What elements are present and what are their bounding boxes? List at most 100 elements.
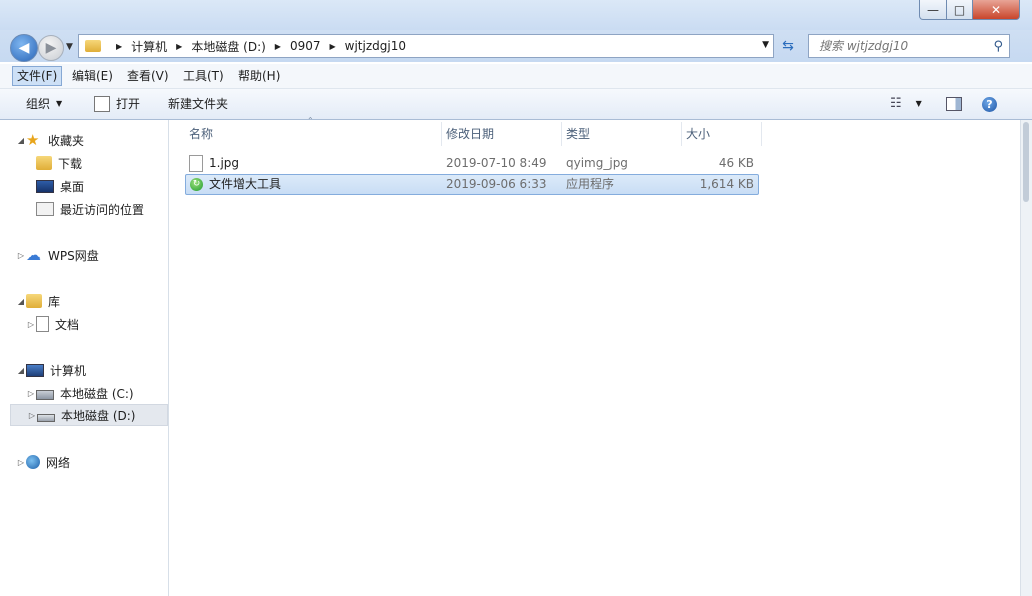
expand-arrow-icon[interactable]: ▷ xyxy=(27,411,37,420)
library-icon xyxy=(26,294,42,308)
refresh-icon: ⇆ xyxy=(782,38,794,54)
breadcrumb-drive-d[interactable]: 本地磁盘 (D:) xyxy=(191,38,265,55)
nav-wps[interactable]: ▷ ☁ WPS网盘 xyxy=(16,244,99,266)
command-bar: 组织 ▼ 打开 新建文件夹 ☷ ▼ ? xyxy=(0,89,1032,120)
expand-arrow-icon[interactable]: ◢ xyxy=(16,136,26,145)
expand-arrow-icon[interactable]: ▷ xyxy=(16,251,26,260)
nav-downloads-label: 下载 xyxy=(58,156,83,171)
column-header: 名称 修改日期 类型 大小 xyxy=(185,122,762,146)
breadcrumb-computer[interactable]: 计算机 xyxy=(131,38,167,55)
cloud-icon: ☁ xyxy=(26,246,41,264)
nav-favorites[interactable]: ◢ ★ 收藏夹 xyxy=(16,129,84,151)
nav-desktop-label: 桌面 xyxy=(60,179,85,194)
drive-icon xyxy=(37,413,55,422)
preview-pane-icon xyxy=(946,97,962,111)
file-name-cell: ↻ 文件增大工具 xyxy=(186,174,442,195)
open-button[interactable]: 打开 xyxy=(94,89,140,119)
chevron-right-icon[interactable]: ▶ xyxy=(275,42,281,51)
arrow-right-icon: ▶ xyxy=(45,40,57,56)
nav-drive-c-label: 本地磁盘 (C:) xyxy=(60,386,134,401)
window-controls: — □ ✕ xyxy=(919,0,1020,20)
chevron-right-icon[interactable]: ▶ xyxy=(116,42,122,51)
nav-libraries[interactable]: ◢ 库 xyxy=(16,290,60,312)
address-dropdown-icon[interactable]: ▼ xyxy=(762,40,769,50)
forward-button[interactable]: ▶ xyxy=(38,35,64,61)
open-icon xyxy=(94,96,110,112)
nav-desktop[interactable]: 桌面 xyxy=(36,175,84,197)
address-row: ◀ ▶ ▼ ▶ 计算机 ▶ 本地磁盘 (D:) ▶ 0907 ▶ wjtjzdgj10 … xyxy=(0,30,1032,62)
back-button[interactable]: ◀ xyxy=(10,34,38,62)
star-icon: ★ xyxy=(26,131,40,149)
scrollbar-thumb[interactable] xyxy=(1023,122,1029,202)
organize-button[interactable]: 组织 ▼ xyxy=(26,89,62,119)
column-modified[interactable]: 修改日期 xyxy=(442,122,562,146)
file-row[interactable]: ↻ 文件增大工具 2019-09-06 6:33 应用程序 1,614 KB xyxy=(185,174,759,195)
file-modified: 2019-07-10 8:49 xyxy=(446,156,547,170)
new-folder-label: 新建文件夹 xyxy=(168,97,229,111)
file-list-pane: ⌃ 名称 修改日期 类型 大小 1.jpg 2019-07-10 8:49 qy… xyxy=(169,116,1021,596)
menu-view[interactable]: 查看(V) xyxy=(123,67,173,85)
desktop-icon xyxy=(36,179,54,193)
vertical-scrollbar[interactable] xyxy=(1020,120,1032,596)
file-icon xyxy=(189,155,203,172)
search-input[interactable] xyxy=(817,38,993,54)
nav-network[interactable]: ▷ 网络 xyxy=(16,451,70,473)
column-size[interactable]: 大小 xyxy=(682,122,762,146)
file-modified: 2019-09-06 6:33 xyxy=(446,177,547,191)
view-list-icon: ☷ xyxy=(890,96,902,111)
nav-network-label: 网络 xyxy=(46,455,71,470)
expand-arrow-icon[interactable]: ▷ xyxy=(16,458,26,467)
file-size: 46 KB xyxy=(718,156,754,170)
refresh-button[interactable]: ⇆ xyxy=(778,36,798,56)
column-type[interactable]: 类型 xyxy=(562,122,682,146)
search-icon[interactable]: ⚲ xyxy=(993,39,1003,54)
title-bar: — □ ✕ xyxy=(0,0,1032,30)
caret-down-icon: ▼ xyxy=(915,99,922,108)
recent-pages-dropdown[interactable]: ▼ xyxy=(66,42,73,52)
nav-drive-d[interactable]: ▷ 本地磁盘 (D:) xyxy=(10,404,168,426)
maximize-button[interactable]: □ xyxy=(947,0,973,20)
nav-computer-label: 计算机 xyxy=(50,363,87,378)
file-name-cell: 1.jpg xyxy=(185,153,442,174)
app-icon: ↻ xyxy=(190,178,203,191)
preview-pane-button[interactable] xyxy=(946,89,962,119)
address-bar[interactable]: ▶ 计算机 ▶ 本地磁盘 (D:) ▶ 0907 ▶ wjtjzdgj10 ▼ xyxy=(78,34,774,58)
nav-computer[interactable]: ◢ 计算机 xyxy=(16,359,86,381)
file-type: 应用程序 xyxy=(566,177,615,191)
menu-bar: 文件(F) 编辑(E) 查看(V) 工具(T) 帮助(H) xyxy=(0,64,1032,89)
close-button[interactable]: ✕ xyxy=(973,0,1020,20)
search-box[interactable]: ⚲ xyxy=(808,34,1010,58)
computer-icon xyxy=(26,363,44,377)
nav-drive-c[interactable]: ▷ 本地磁盘 (C:) xyxy=(26,382,134,404)
menu-tools[interactable]: 工具(T) xyxy=(179,67,228,85)
breadcrumb-wjtjzdgj10[interactable]: wjtjzdgj10 xyxy=(345,39,406,53)
nav-downloads[interactable]: 下载 xyxy=(36,152,82,174)
nav-documents[interactable]: ▷ 文档 xyxy=(26,313,79,335)
menu-help[interactable]: 帮助(H) xyxy=(234,67,284,85)
expand-arrow-icon[interactable]: ▷ xyxy=(26,389,36,398)
expand-arrow-icon[interactable]: ◢ xyxy=(16,366,26,375)
column-name[interactable]: 名称 xyxy=(185,122,442,146)
downloads-folder-icon xyxy=(36,156,52,170)
minimize-button[interactable]: — xyxy=(919,0,947,20)
nav-favorites-label: 收藏夹 xyxy=(48,133,85,148)
new-folder-button[interactable]: 新建文件夹 xyxy=(168,89,228,119)
file-name: 文件增大工具 xyxy=(209,177,282,191)
menu-file[interactable]: 文件(F) xyxy=(12,66,63,86)
expand-arrow-icon[interactable]: ◢ xyxy=(16,297,26,306)
nav-recent[interactable]: 最近访问的位置 xyxy=(36,198,144,220)
file-name: 1.jpg xyxy=(209,156,240,170)
file-row[interactable]: 1.jpg 2019-07-10 8:49 qyimg_jpg 46 KB xyxy=(185,153,758,174)
chevron-right-icon[interactable]: ▶ xyxy=(330,42,336,51)
file-size: 1,614 KB xyxy=(699,177,754,191)
navigation-pane: ◢ ★ 收藏夹 下载 桌面 最近访问的位置 ▷ ☁ WPS网盘 ◢ 库 ▷ 文档… xyxy=(8,120,169,596)
chevron-right-icon[interactable]: ▶ xyxy=(176,42,182,51)
help-button[interactable]: ? xyxy=(982,89,997,119)
menu-edit[interactable]: 编辑(E) xyxy=(68,67,117,85)
nav-documents-label: 文档 xyxy=(55,317,80,332)
view-options-button[interactable]: ☷ ▼ xyxy=(890,89,922,119)
expand-arrow-icon[interactable]: ▷ xyxy=(26,320,36,329)
breadcrumb-0907[interactable]: 0907 xyxy=(290,39,321,53)
nav-drive-d-label: 本地磁盘 (D:) xyxy=(61,408,136,423)
open-label: 打开 xyxy=(116,97,141,111)
